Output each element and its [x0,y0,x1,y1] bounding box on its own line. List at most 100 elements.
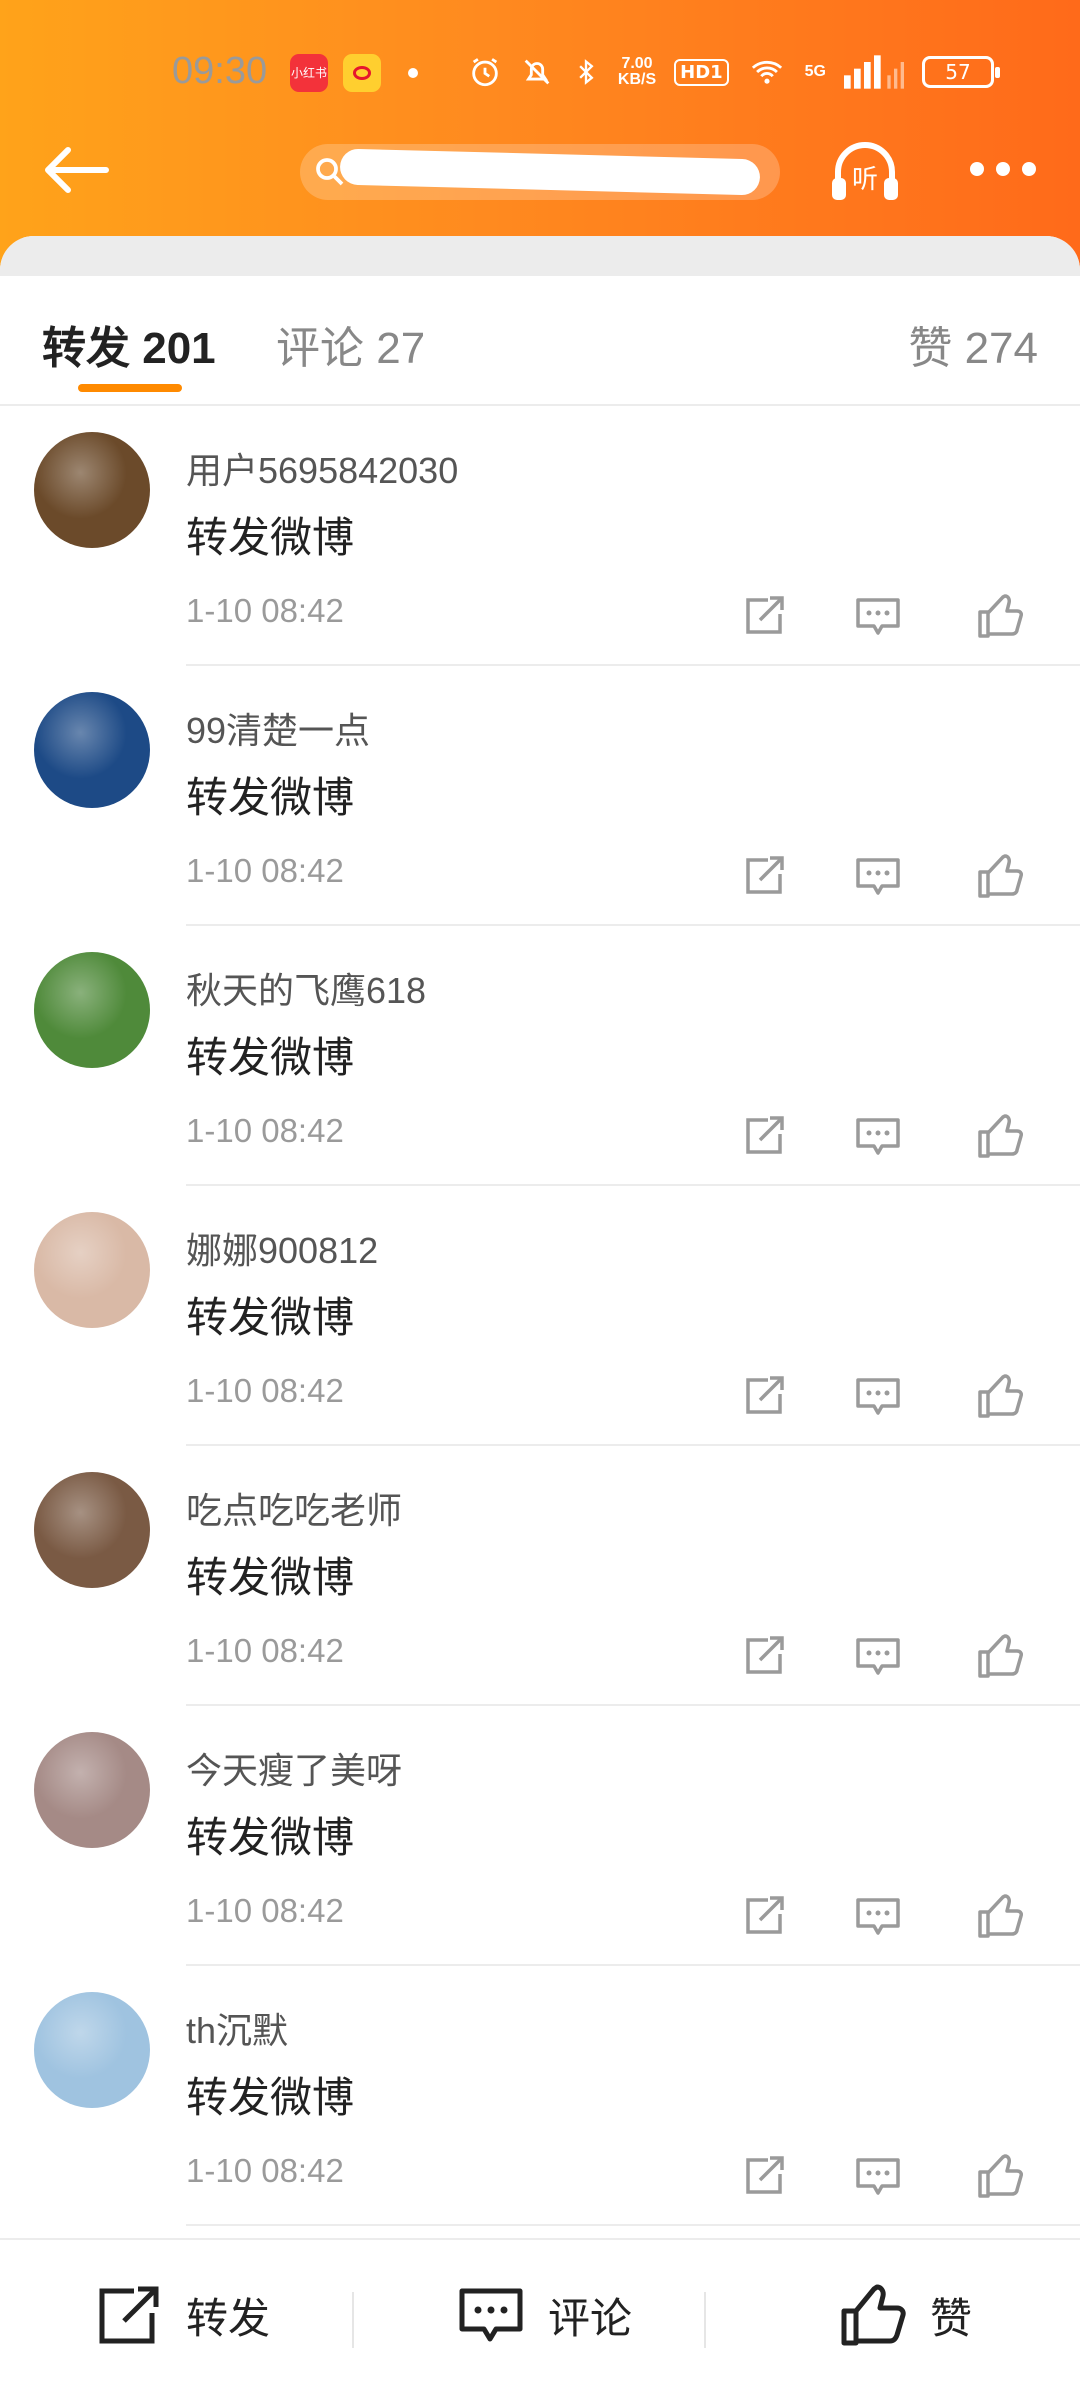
username[interactable]: th沉默 [186,2002,288,2054]
header: 09:30 小红书 7.00 KB/S HD1 5G 57 ... 听 [0,0,1080,270]
more-icon[interactable] [970,154,1040,184]
item-comment-button[interactable] [854,1892,902,1940]
list-item[interactable]: th沉默 转发微博 1-10 08:42 [0,1966,1080,2226]
timestamp: 1-10 08:42 [186,1112,344,1149]
tab-like[interactable]: 赞 274 [908,312,1038,376]
avatar[interactable] [34,1472,150,1588]
repost-content: 转发微博 [186,514,355,561]
net-speed: 7.00 KB/S [618,56,656,88]
item-comment-button[interactable] [854,852,902,900]
divider [352,2292,354,2348]
battery-icon: 57 [922,56,1000,88]
back-arrow-icon[interactable] [36,140,116,200]
item-repost-button[interactable] [740,852,788,900]
signal-icon [844,55,904,89]
avatar[interactable] [34,692,150,808]
item-like-button[interactable] [976,1892,1024,1940]
list-item[interactable]: 今天瘦了美呀转发微博 1-10 08:42 [0,1706,1080,1966]
mute-bell-icon [524,59,550,85]
tab-underline [78,384,182,392]
username[interactable]: 今天瘦了美呀 [186,1742,402,1794]
list-item[interactable]: 娜娜900812 转发微博 1-10 08:42 [0,1186,1080,1446]
tab-bar: 转发 201 评论 27 赞 274 [0,276,1080,406]
avatar[interactable] [34,1212,150,1328]
item-repost-button[interactable] [740,592,788,640]
repost-icon [746,1896,784,1934]
repost-list: 用户5695842030 转发微博 1-10 08:42 99清楚一点 转发微博 1-10… [0,406,1080,2226]
username[interactable]: 用户5695842030 [186,442,458,494]
status-time: 09:30 [172,50,268,92]
net-speed-value: 7.00 [621,55,653,72]
like-icon [978,1114,1023,1158]
item-repost-button[interactable] [740,1372,788,1420]
item-repost-button[interactable] [740,1892,788,1940]
tab-comment[interactable]: 评论 27 [276,312,425,376]
headphones-icon[interactable]: 听 [828,140,902,204]
bottom-action-bar: 转发 评论 赞 [0,2238,1080,2402]
username[interactable]: 吃点吃吃老师 [186,1482,402,1534]
comment-icon [459,2288,523,2342]
repost-icon [746,1636,784,1674]
item-like-button[interactable] [976,592,1024,640]
comment-icon [856,598,900,635]
app-badge-label: 小红书 [290,66,327,80]
username[interactable]: 娜娜900812 [186,1222,378,1274]
divider [186,2224,1080,2226]
like-icon [978,594,1023,638]
timestamp: 1-10 08:42 [186,1892,344,1929]
repost-icon [99,2286,159,2344]
search-title-pill[interactable]: ... [300,144,780,200]
item-comment-button[interactable] [854,1112,902,1160]
repost-content: 转发微博 [186,1814,355,1861]
like-icon [841,2284,906,2346]
item-like-button[interactable] [976,1632,1024,1680]
hd-badge: HD1 [674,58,729,86]
repost-icon [746,1116,784,1154]
avatar[interactable] [34,952,150,1068]
item-like-button[interactable] [976,1372,1024,1420]
listen-label: 听 [852,165,878,195]
bottom-comment-label: 评论 [548,2294,633,2342]
bluetooth-icon [579,59,594,85]
bottom-like-label: 赞 [930,2294,973,2342]
like-icon [978,2154,1023,2198]
item-comment-button[interactable] [854,1632,902,1680]
like-icon [978,854,1023,898]
timestamp: 1-10 08:42 [186,592,344,629]
avatar[interactable] [34,432,150,548]
item-comment-button[interactable] [854,592,902,640]
username[interactable]: 秋天的飞鹰618 [186,962,426,1014]
tab-repost[interactable]: 转发 201 [42,312,216,376]
repost-content: 转发微博 [186,1294,355,1341]
comment-icon [856,1118,900,1155]
list-item[interactable]: 秋天的飞鹰618 转发微博 1-10 08:42 [0,926,1080,1186]
timestamp: 1-10 08:42 [186,1372,344,1409]
like-icon [978,1374,1023,1418]
item-comment-button[interactable] [854,1372,902,1420]
bottom-comment-button[interactable]: 评论 [456,2280,632,2350]
item-repost-button[interactable] [740,2152,788,2200]
item-like-button[interactable] [976,1112,1024,1160]
avatar[interactable] [34,1992,150,2108]
username[interactable]: 99清楚一点 [186,702,370,754]
comment-icon [856,1638,900,1675]
list-item[interactable]: 99清楚一点 转发微博 1-10 08:42 [0,666,1080,926]
net-speed-unit: KB/S [617,71,657,88]
bottom-repost-button[interactable]: 转发 [94,2280,270,2350]
item-like-button[interactable] [976,852,1024,900]
item-repost-button[interactable] [740,1112,788,1160]
timestamp: 1-10 08:42 [186,852,344,889]
card-top [0,236,1080,276]
item-comment-button[interactable] [854,2152,902,2200]
bottom-like-button[interactable]: 赞 [838,2280,972,2350]
list-item[interactable]: 吃点吃吃老师 转发微博 1-10 08:42 [0,1446,1080,1706]
repost-icon [746,2156,784,2194]
divider [704,2292,706,2348]
bottom-repost-label: 转发 [186,2294,271,2342]
list-item[interactable]: 用户5695842030 转发微博 1-10 08:42 [0,406,1080,666]
item-like-button[interactable] [976,2152,1024,2200]
repost-content: 转发微博 [186,2074,355,2121]
item-repost-button[interactable] [740,1632,788,1680]
avatar[interactable] [34,1732,150,1848]
comment-icon [856,1378,900,1415]
